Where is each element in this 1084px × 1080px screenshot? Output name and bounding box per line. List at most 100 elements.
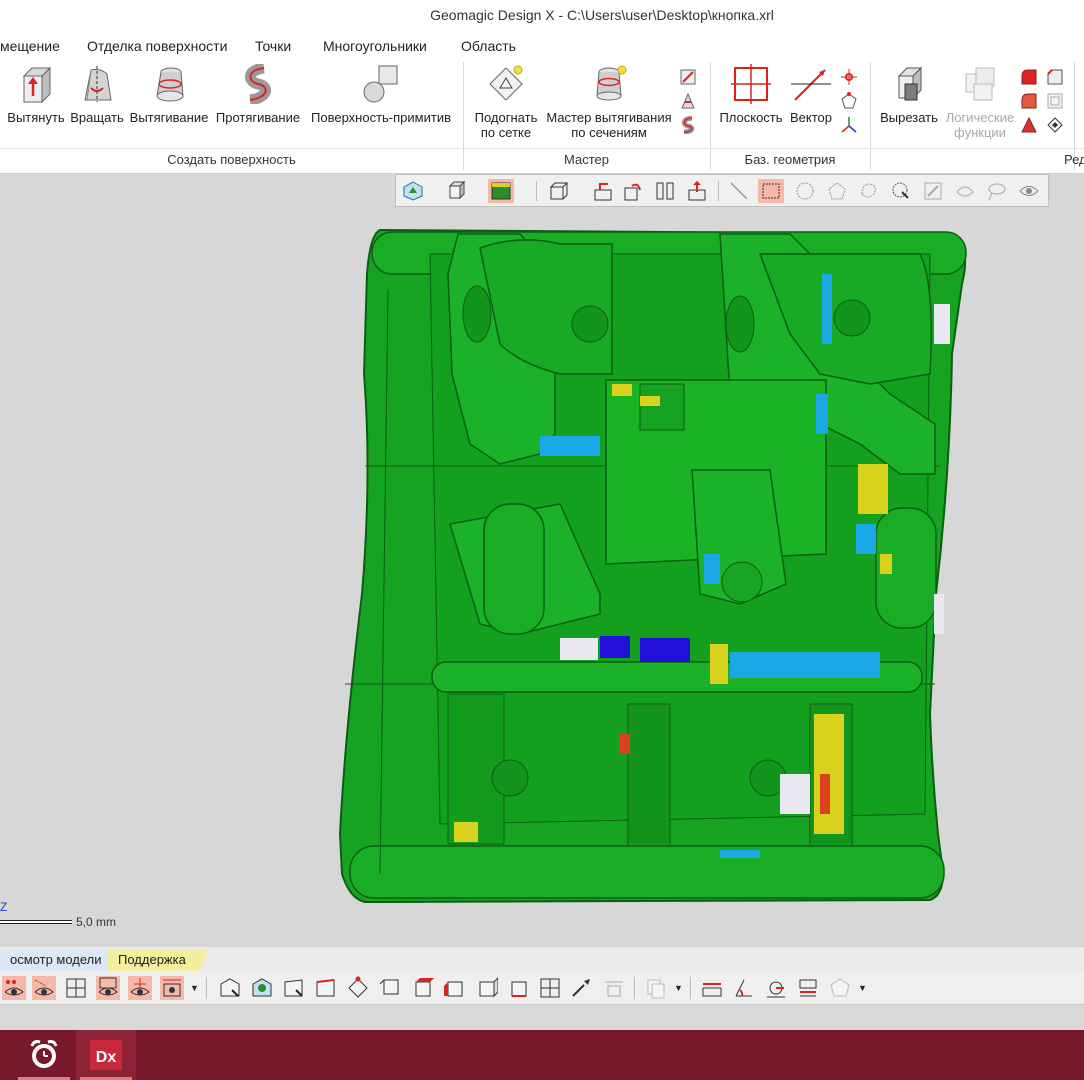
show-surface-icon[interactable] [96, 976, 120, 1000]
boolean-label-1: Логические [945, 110, 1015, 125]
dropdown-arrow-icon[interactable]: ▼ [674, 983, 683, 993]
group-label-wizard: Мастер [564, 152, 609, 167]
fit-to-mesh-button[interactable]: Подогнать по сетке [468, 64, 544, 140]
axis-z-label: Z [0, 900, 8, 914]
status-strip [0, 1005, 1084, 1030]
primitive-icon [363, 65, 398, 103]
view-orientation-icon[interactable] [402, 180, 424, 202]
line-select-icon[interactable] [728, 180, 750, 202]
circle-select-icon[interactable] [794, 180, 816, 202]
primitive-surface-button[interactable]: Поверхность-примитив [306, 64, 456, 125]
select-surface-body-icon[interactable] [506, 976, 530, 1000]
loft-button[interactable]: Вытягивание [128, 64, 210, 125]
menu-item-surface-finish[interactable]: Отделка поверхности [87, 38, 227, 54]
wire-cube-icon[interactable] [548, 180, 570, 202]
select-body-icon[interactable] [218, 976, 242, 1000]
fillet-small-icon[interactable] [1020, 68, 1038, 86]
visibility-eye-icon[interactable] [1018, 180, 1040, 202]
select-smart-icon[interactable] [570, 976, 594, 1000]
plane-button[interactable]: Плоскость [716, 64, 786, 125]
coordinate-system-small-icon[interactable] [840, 116, 858, 134]
revolve-button[interactable]: Вращать [68, 64, 126, 125]
brush-select-icon[interactable] [890, 180, 912, 202]
paint-select-icon[interactable] [922, 180, 944, 202]
measure-area-icon[interactable] [796, 976, 820, 1000]
measure-radius-icon[interactable] [764, 976, 788, 1000]
select-distance-icon[interactable] [602, 976, 626, 1000]
show-planes-icon[interactable] [64, 976, 88, 1000]
group-separator [870, 62, 871, 170]
sweep-small-icon[interactable] [679, 116, 697, 134]
select-feature-icon[interactable] [442, 976, 466, 1000]
menu-bar: мещение Отделка поверхности Точки Многоу… [0, 32, 1084, 60]
measure-disabled-icon[interactable] [828, 976, 852, 1000]
show-dimensions-icon[interactable] [160, 976, 184, 1000]
menu-item-move[interactable]: мещение [0, 38, 60, 54]
loft-wizard-button[interactable]: Мастер вытягивания по сечениям [543, 64, 675, 140]
loft-wizard-label-1: Мастер вытягивания [546, 110, 672, 125]
menu-item-region[interactable]: Область [461, 38, 516, 54]
lasso-select-icon[interactable] [986, 180, 1008, 202]
cube-view-icon[interactable] [446, 180, 468, 202]
show-points-icon[interactable] [2, 976, 26, 1000]
design-x-icon: Dx [90, 1040, 122, 1070]
loft-label: Вытягивание [129, 110, 209, 125]
face-move-small-icon[interactable] [1046, 116, 1064, 134]
taskbar-app-design-x[interactable]: Dx [76, 1030, 136, 1080]
dropdown-arrow-icon[interactable]: ▼ [190, 983, 199, 993]
show-lines-icon[interactable] [32, 976, 56, 1000]
model-viewport[interactable]: Z 5,0 mm [0, 174, 1084, 947]
boolean-button[interactable]: Логические функции [942, 64, 1018, 140]
dropdown-arrow-icon[interactable]: ▼ [858, 983, 867, 993]
menu-item-polygons[interactable]: Многоугольники [323, 38, 427, 54]
group-label-ref-geometry: Баз. геометрия [744, 152, 836, 167]
select-mesh-icon[interactable] [250, 976, 274, 1000]
fit-mesh-label-1: Подогнать [474, 110, 538, 125]
deviation-render-icon[interactable] [490, 180, 512, 202]
revolve-icon [84, 66, 112, 102]
rectangle-select-icon[interactable] [760, 180, 782, 202]
pattern-small-icon[interactable] [1046, 92, 1064, 110]
fit-mesh-label-2: по сетке [480, 125, 532, 140]
measure-distance-icon[interactable] [700, 976, 724, 1000]
shell-small-icon[interactable] [1020, 92, 1038, 110]
split-view-icon[interactable] [654, 180, 676, 202]
window-title: Geomagic Design X - C:\Users\user\Deskto… [430, 7, 774, 23]
select-sketch-icon[interactable] [410, 976, 434, 1000]
alarm-clock-icon [30, 1040, 58, 1068]
select-region-icon[interactable] [378, 976, 402, 1000]
mesh-move-icon[interactable] [686, 180, 708, 202]
polygon-small-icon[interactable] [840, 92, 858, 110]
select-vertex-icon[interactable] [346, 976, 370, 1000]
point-small-icon[interactable] [840, 68, 858, 86]
select-grid-icon[interactable] [538, 976, 562, 1000]
chamfer-small-icon[interactable] [1046, 68, 1064, 86]
draft-small-icon[interactable] [1020, 116, 1038, 134]
bottom-tab-strip: осмотр модели Поддержка [0, 947, 1084, 971]
view-toolbar [395, 174, 1049, 207]
freeform-select-icon[interactable] [858, 180, 880, 202]
vector-button[interactable]: Вектор [786, 64, 836, 125]
scale-bar [0, 920, 72, 924]
extrude-button[interactable]: Вытянуть [4, 64, 68, 125]
select-edge-icon[interactable] [314, 976, 338, 1000]
measure-angle-icon[interactable] [732, 976, 756, 1000]
taskbar-app-alarm[interactable] [14, 1030, 74, 1080]
show-coordinates-icon[interactable] [128, 976, 152, 1000]
tab-support[interactable]: Поддержка [108, 949, 208, 971]
extend-select-icon[interactable] [954, 180, 976, 202]
tab-model-view[interactable]: осмотр модели [0, 949, 112, 971]
polygon-select-icon[interactable] [826, 180, 848, 202]
model-mesh[interactable] [0, 174, 1084, 947]
mesh-fit-small-icon[interactable] [679, 68, 697, 86]
select-face-icon[interactable] [282, 976, 306, 1000]
clip-view-icon[interactable] [622, 180, 644, 202]
copy-disabled-icon[interactable] [644, 976, 668, 1000]
scale-label: 5,0 mm [76, 915, 117, 929]
cut-button[interactable]: Вырезать [876, 64, 942, 125]
select-solid-icon[interactable] [474, 976, 498, 1000]
sweep-button[interactable]: Протягивание [212, 64, 304, 125]
menu-item-points[interactable]: Точки [255, 38, 291, 54]
section-view-icon[interactable] [592, 180, 614, 202]
wizard-small-icon[interactable] [679, 92, 697, 110]
